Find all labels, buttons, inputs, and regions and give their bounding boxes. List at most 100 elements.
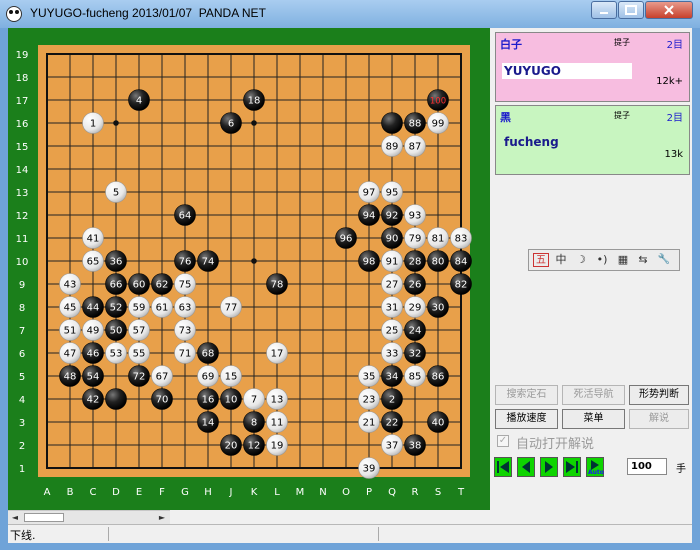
move-number: 38 [409,441,422,452]
move-number: 84 [455,257,468,268]
chinese-mode-icon[interactable]: 中 [553,253,569,267]
move-number: 98 [363,257,376,268]
move-number: 66 [110,280,123,291]
column-label: P [366,487,372,498]
black-player-name: fucheng [504,135,559,149]
move-number: 35 [363,372,376,383]
move-number: 72 [133,372,146,383]
column-label: B [67,487,74,498]
position-judge-button[interactable]: 形势判断 [629,385,689,405]
column-label: R [412,487,419,498]
move-number: 30 [432,303,445,314]
move-number: 68 [202,349,215,360]
move-number: 45 [64,303,77,314]
black-color-label: 黑 [500,111,511,124]
auto-comment-checkbox[interactable]: ✓ [497,435,509,447]
status-divider [378,527,379,541]
moon-icon[interactable]: ☽ [573,253,589,267]
white-player-rank: 12k+ [656,76,683,87]
black-player-rank: 13k [664,149,683,160]
move-number: 54 [87,372,100,383]
move-number: 95 [386,188,399,199]
close-button[interactable] [645,1,693,19]
row-label: 1 [19,464,25,475]
column-label: H [204,487,212,498]
move-number: 23 [363,395,376,406]
column-label: O [342,487,350,498]
next-move-button[interactable] [540,457,558,477]
row-label: 7 [19,326,25,337]
joseki-search-button[interactable]: 搜索定石 [495,385,558,405]
horizontal-scrollbar[interactable]: ◄ ► [8,510,170,525]
row-label: 16 [16,119,29,130]
move-number: 76 [179,257,192,268]
move-number: 89 [386,142,399,153]
move-number: 41 [87,234,100,245]
move-unit-label: 手 [676,464,686,475]
last-move-button[interactable] [563,457,581,477]
move-number: 42 [87,395,100,406]
play-speed-button[interactable]: 播放速度 [495,409,558,429]
column-label: J [229,487,233,498]
move-number: 2 [389,395,395,406]
board-frame: A B C D E F G H J K L M N O P Q R S T 19 18 17 16 15 14 13 12 11 10 9… [8,28,490,510]
row-label: 5 [19,372,25,383]
move-number: 27 [386,280,399,291]
scroll-right-arrow-icon[interactable]: ► [155,511,169,524]
first-move-button[interactable] [494,457,512,477]
move-number: 53 [110,349,123,360]
board-size-icon[interactable]: 五 [533,253,549,267]
scroll-thumb[interactable] [24,513,64,522]
prev-move-button[interactable] [517,457,535,477]
row-label: 17 [16,96,29,107]
move-number: 20 [225,441,238,452]
move-number: 28 [409,257,422,268]
column-label: A [44,487,51,498]
row-label: 12 [16,211,29,222]
status-divider [108,527,109,541]
scroll-left-arrow-icon[interactable]: ◄ [8,511,22,524]
move-number: 33 [386,349,399,360]
move-number: 90 [386,234,399,245]
minimize-button[interactable] [591,1,617,19]
column-label: N [319,487,326,498]
commentary-button[interactable]: 解说 [629,409,689,429]
move-number: 7 [251,395,257,406]
white-player-name: YUYUGO [502,63,632,79]
black-stone [381,112,403,134]
keyboard-icon[interactable]: ▦ [615,253,631,267]
go-board[interactable]: A B C D E F G H J K L M N O P Q R S T191817161514131211109… [8,28,490,510]
auto-play-button[interactable]: Auto [586,457,604,477]
move-number: 65 [87,257,100,268]
star-point [113,120,119,126]
move-number: 62 [156,280,169,291]
move-number: 17 [271,349,284,360]
move-number: 32 [409,349,422,360]
menu-button[interactable]: 菜单 [562,409,625,429]
black-stone [105,388,127,410]
maximize-button[interactable] [618,1,644,19]
move-number: 96 [340,234,353,245]
move-number: 94 [363,211,376,222]
sound-icon[interactable]: •) [593,253,611,267]
move-number: 93 [409,211,422,222]
move-number: 64 [179,211,192,222]
arrows-icon[interactable]: ⇆ [635,253,651,267]
move-number: 74 [202,257,215,268]
move-number: 71 [179,349,192,360]
column-label: K [251,487,258,498]
black-capture-label: 提子 [614,111,630,120]
life-death-nav-button[interactable]: 死活导航 [562,385,625,405]
move-number: 77 [225,303,238,314]
move-number: 46 [87,349,100,360]
move-number: 18 [248,96,261,107]
move-number: 15 [225,372,238,383]
move-number-field[interactable]: 100 [627,458,667,475]
move-number: 86 [432,372,445,383]
move-number: 78 [271,280,284,291]
row-label: 4 [19,395,25,406]
row-label: 19 [16,50,29,61]
wrench-icon[interactable]: 🔧 [655,253,673,267]
window-title: YUYUGO-fucheng 2013/01/07 PANDA NET [30,6,266,20]
auto-comment-label: 自动打开解说 [516,437,595,452]
